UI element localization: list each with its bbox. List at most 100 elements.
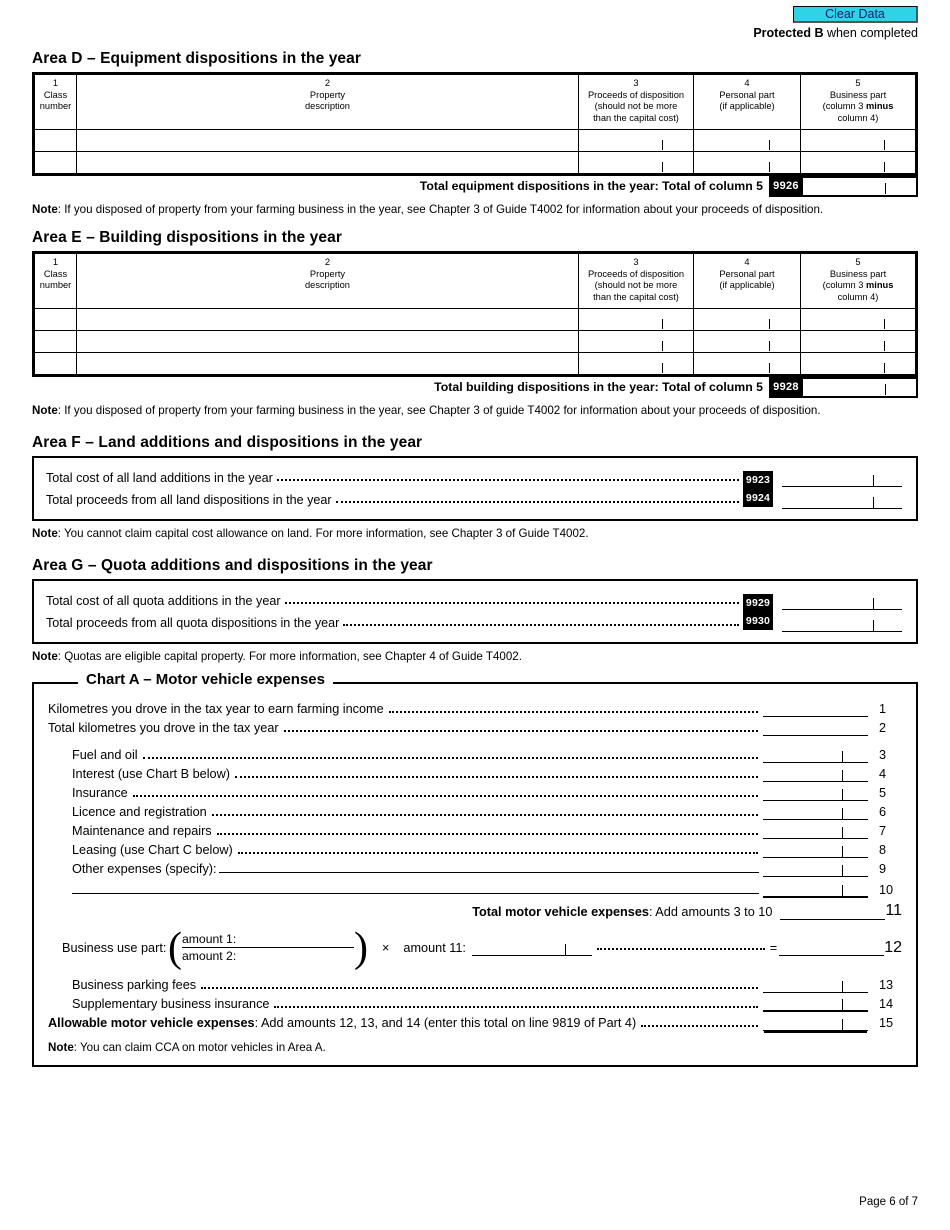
area-g-amount-9929[interactable]: [782, 593, 902, 610]
cell-class-number[interactable]: [34, 308, 77, 331]
dot-leader: [641, 1019, 758, 1027]
area-g-line-2: Total proceeds from all quota dispositio…: [34, 612, 743, 634]
chart-a-field-7[interactable]: [763, 823, 868, 839]
amount-1-row[interactable]: amount 1:: [182, 931, 354, 948]
chart-a-field-5[interactable]: [763, 785, 868, 801]
chart-a-field-2[interactable]: [763, 720, 868, 736]
cell-class-number[interactable]: [34, 151, 77, 174]
business-use-label: Business use part:: [62, 941, 167, 955]
column-header-personal-part: 4 Personal part (if applicable): [693, 253, 801, 309]
note-bold: Note: [32, 650, 58, 663]
column-header-property-description: 2 Property description: [76, 74, 579, 130]
chart-a-field-10[interactable]: [763, 882, 868, 898]
chart-a-field-4[interactable]: [763, 766, 868, 782]
area-f-note: Note: You cannot claim capital cost allo…: [32, 527, 918, 541]
chart-a-line-10: 10: [48, 877, 902, 898]
chart-a-field-9[interactable]: [763, 861, 868, 877]
business-use-fraction: amount 1: amount 2:: [182, 931, 354, 965]
col-line: Proceeds of disposition: [587, 89, 685, 100]
col-line: (if applicable): [719, 280, 775, 290]
table-row[interactable]: [34, 308, 916, 331]
cell-proceeds[interactable]: [578, 151, 694, 174]
area-d-total-field[interactable]: [803, 176, 918, 197]
cell-personal-part[interactable]: [693, 308, 801, 331]
cell-property-description[interactable]: [76, 330, 579, 353]
chart-a-other-expenses-input[interactable]: [218, 861, 759, 873]
chart-a-title: Chart A – Motor vehicle expenses: [78, 671, 333, 688]
chart-a-field-1[interactable]: [763, 701, 868, 717]
line-code-9923: 9923: [743, 471, 773, 489]
note-bold: Note: [32, 527, 58, 540]
col-line: Class: [43, 89, 68, 100]
col-line: description: [305, 280, 350, 290]
cell-class-number[interactable]: [34, 352, 77, 375]
chart-a-field-13[interactable]: [763, 977, 868, 993]
cell-proceeds[interactable]: [578, 308, 694, 331]
cell-personal-part[interactable]: [693, 151, 801, 174]
area-e-heading: Area E – Building dispositions in the ye…: [32, 229, 342, 246]
area-f-amount-9924[interactable]: [782, 492, 902, 509]
chart-a-field-12[interactable]: [779, 940, 885, 956]
cell-business-part[interactable]: [800, 129, 916, 152]
chart-a-line-4-label: Interest (use Chart B below): [72, 767, 230, 781]
chart-a-field-3[interactable]: [763, 747, 868, 763]
dot-leader: [132, 789, 758, 797]
cell-proceeds[interactable]: [578, 352, 694, 375]
chart-a-field-14[interactable]: [763, 996, 868, 1012]
cell-property-description[interactable]: [76, 151, 579, 174]
dot-leader: [284, 594, 739, 604]
area-g-code-stack: 9929 9930: [743, 594, 773, 630]
chart-a-number-5: 5: [879, 786, 887, 800]
note-bold: Note: [32, 404, 58, 417]
col-line: column 4): [837, 112, 879, 123]
chart-a-field-6[interactable]: [763, 804, 868, 820]
chart-a-number-9: 9: [879, 862, 887, 876]
cell-personal-part[interactable]: [693, 352, 801, 375]
table-header-row: 1 Class number 2 Property description 3 …: [34, 74, 916, 130]
chart-a-field-8[interactable]: [763, 842, 868, 858]
cell-property-description[interactable]: [76, 308, 579, 331]
chart-a-number-8: 8: [879, 843, 887, 857]
cell-class-number[interactable]: [34, 330, 77, 353]
dot-leader: [201, 981, 758, 989]
area-g-amount-9930[interactable]: [782, 615, 902, 632]
dot-leader: [335, 493, 739, 503]
clear-data-button[interactable]: Clear Data: [793, 6, 918, 23]
dot-leader: [237, 846, 758, 854]
cell-proceeds[interactable]: [578, 129, 694, 152]
col-num: 4: [744, 78, 750, 88]
col-line: (if applicable): [719, 101, 775, 111]
chart-a-field-11[interactable]: [780, 904, 886, 920]
amount-11-field[interactable]: [471, 940, 592, 956]
cell-personal-part[interactable]: [693, 330, 801, 353]
chart-a-other-expenses-input-2[interactable]: [72, 880, 759, 894]
table-row[interactable]: [34, 129, 916, 152]
line-code-9928: 9928: [769, 377, 803, 398]
cell-property-description[interactable]: [76, 352, 579, 375]
chart-a-line-9: Other expenses (specify): 9: [48, 858, 902, 877]
cell-business-part[interactable]: [800, 151, 916, 174]
cell-business-part[interactable]: [800, 330, 916, 353]
col-num: 1: [52, 78, 59, 88]
table-row[interactable]: [34, 151, 916, 174]
open-paren-icon: (: [168, 925, 182, 971]
column-header-business-part: 5 Business part (column 3 minus column 4…: [800, 253, 916, 309]
area-e-total-field[interactable]: [803, 377, 918, 398]
chart-a-field-15[interactable]: [763, 1015, 868, 1031]
protected-b-label: Protected B when completed: [753, 26, 918, 40]
amount-2-row[interactable]: amount 2:: [182, 948, 354, 965]
table-row[interactable]: [34, 330, 916, 353]
col-num: 3: [633, 257, 639, 267]
chart-a-number-3: 3: [879, 748, 887, 762]
cell-class-number[interactable]: [34, 129, 77, 152]
cell-business-part[interactable]: [800, 352, 916, 375]
area-d-total-row: Total equipment dispositions in the year…: [32, 176, 918, 197]
cell-business-part[interactable]: [800, 308, 916, 331]
cell-personal-part[interactable]: [693, 129, 801, 152]
cell-proceeds[interactable]: [578, 330, 694, 353]
column-header-proceeds-of-disposition: 3 Proceeds of disposition (should not be…: [578, 74, 694, 130]
cell-property-description[interactable]: [76, 129, 579, 152]
line-code-9930: 9930: [743, 612, 773, 630]
area-f-amount-9923[interactable]: [782, 470, 902, 487]
table-row[interactable]: [34, 352, 916, 375]
